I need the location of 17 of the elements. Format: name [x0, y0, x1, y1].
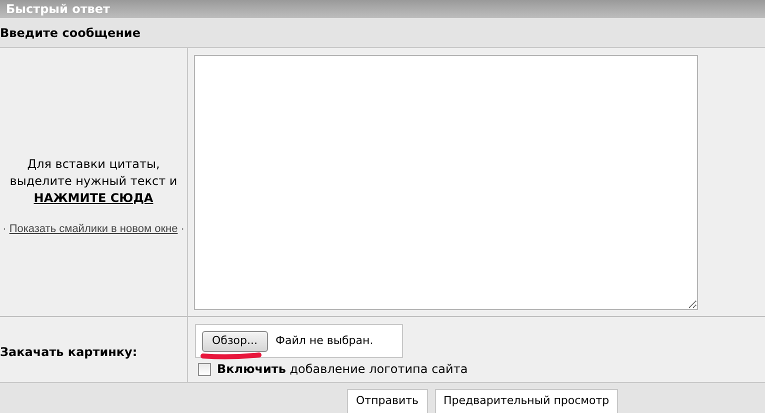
bullet: · [180, 222, 184, 238]
section-title: Введите сообщение [0, 24, 140, 42]
underline-scribble [200, 352, 262, 360]
message-field[interactable] [194, 55, 698, 310]
browse-button[interactable]: Обзор... [202, 330, 268, 352]
quote-link[interactable]: НАЖМИТЕ СЮДА [34, 190, 154, 208]
file-input[interactable]: Обзор... Файл не выбран. [195, 324, 403, 358]
form-button[interactable]: Предварительный просмотр [434, 389, 618, 413]
form-button[interactable]: Отправить [347, 389, 428, 413]
logo-checkbox[interactable] [198, 362, 211, 376]
quote-hint: Для вставки цитаты, выделите нужный текст и [8, 156, 178, 190]
bullet: · [2, 222, 6, 238]
file-status: Файл не выбран. [276, 332, 374, 349]
header-title: Быстрый ответ [6, 1, 110, 18]
upload-label: Закачать картинку: [0, 344, 138, 360]
logo-option-label: Включить добавление логотипа сайта [217, 361, 468, 378]
smilies-link[interactable]: Показать смайлики в новом окне [9, 221, 178, 238]
